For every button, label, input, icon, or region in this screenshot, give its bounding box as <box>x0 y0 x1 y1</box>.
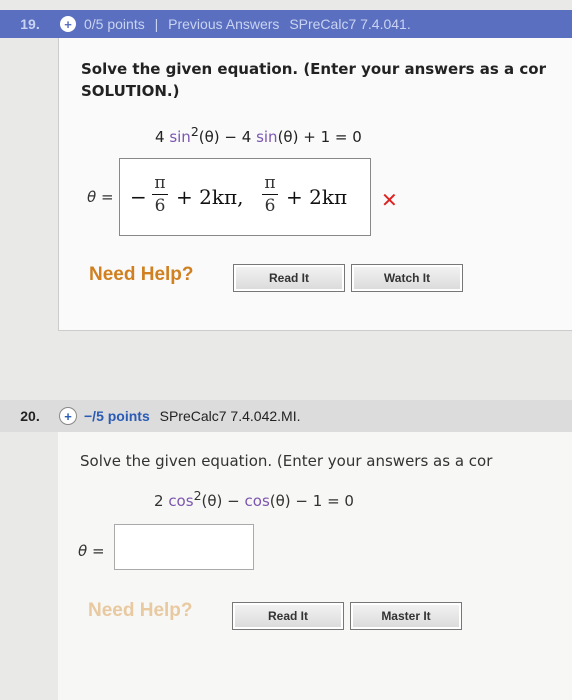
question-meta: 0/5 points | Previous Answers SPreCalc7 … <box>84 16 417 32</box>
question-19-header: 19. + 0/5 points | Previous Answers SPre… <box>0 10 572 38</box>
theta-label: θ = <box>87 188 114 206</box>
question-number: 20. <box>20 408 40 424</box>
source: SPreCalc7 7.4.042.MI. <box>159 408 301 424</box>
eq-end: + 1 = 0 <box>298 128 362 146</box>
answer-field[interactable] <box>114 524 254 570</box>
answer-fraction-1: π 6 <box>152 173 168 216</box>
question-19-panel: Solve the given equation. (Enter your an… <box>58 38 572 331</box>
watch-it-button[interactable]: Watch It <box>351 264 463 292</box>
fraction-bar <box>262 194 278 195</box>
eq-mid: − <box>222 492 245 510</box>
answer-term-1: + 2kπ, <box>176 185 244 209</box>
question-prompt: Solve the given equation. (Enter your an… <box>80 452 493 470</box>
answer-fraction-2: π 6 <box>262 173 278 216</box>
read-it-button[interactable]: Read It <box>232 602 344 630</box>
eq-arg-2: (θ) <box>269 492 291 510</box>
equation: 4 sin2(θ) − 4 sin(θ) + 1 = 0 <box>155 124 362 146</box>
equation: 2 cos2(θ) − cos(θ) − 1 = 0 <box>154 488 354 510</box>
previous-answers-link[interactable]: Previous Answers <box>168 16 279 32</box>
answer-minus: − <box>130 185 147 209</box>
eq-exponent: 2 <box>193 488 202 503</box>
fraction-bar <box>152 194 168 195</box>
eq-func-2: cos <box>244 492 270 510</box>
eq-coef: 4 <box>155 128 170 146</box>
prompt-line-2: SOLUTION.) <box>81 82 180 100</box>
master-it-button[interactable]: Master It <box>350 602 462 630</box>
eq-arg-2: (θ) <box>277 128 299 146</box>
need-help-label: Need Help? <box>89 264 194 285</box>
question-number: 19. <box>20 16 40 32</box>
points: 0/5 points <box>84 16 145 32</box>
eq-func-2: sin <box>256 128 278 146</box>
fraction-denominator: 6 <box>154 196 166 216</box>
eq-func-1: cos <box>168 492 194 510</box>
eq-coef: 2 <box>154 492 169 510</box>
fraction-denominator: 6 <box>264 196 276 216</box>
x-mark-icon: ✕ <box>381 188 398 212</box>
answer-term-2: + 2kπ <box>286 185 348 209</box>
read-it-button[interactable]: Read It <box>233 264 345 292</box>
fraction-numerator: π <box>154 173 166 193</box>
answer-field[interactable]: − π 6 + 2kπ, π 6 + 2kπ <box>119 158 371 236</box>
eq-func-1: sin <box>169 128 191 146</box>
eq-arg-1: (θ) <box>201 492 223 510</box>
expand-plus-icon[interactable]: + <box>60 408 76 424</box>
eq-exponent: 2 <box>190 124 199 139</box>
eq-mid: − 4 <box>219 128 257 146</box>
eq-end: − 1 = 0 <box>290 492 354 510</box>
fraction-numerator: π <box>264 173 276 193</box>
prompt-line-1: Solve the given equation. (Enter your an… <box>81 60 546 78</box>
question-20-panel: Solve the given equation. (Enter your an… <box>58 432 572 700</box>
separator: | <box>154 16 159 32</box>
source: SPreCalc7 7.4.041. <box>289 16 411 32</box>
points: −/5 points <box>84 408 150 424</box>
theta-label: θ = <box>78 542 105 560</box>
expand-plus-icon[interactable]: + <box>60 16 76 32</box>
need-help-label: Need Help? <box>88 600 193 621</box>
question-20-header: 20. + −/5 points SPreCalc7 7.4.042.MI. <box>0 400 572 432</box>
question-prompt: Solve the given equation. (Enter your an… <box>81 58 546 102</box>
question-meta: −/5 points SPreCalc7 7.4.042.MI. <box>84 408 306 424</box>
eq-arg-1: (θ) <box>198 128 220 146</box>
